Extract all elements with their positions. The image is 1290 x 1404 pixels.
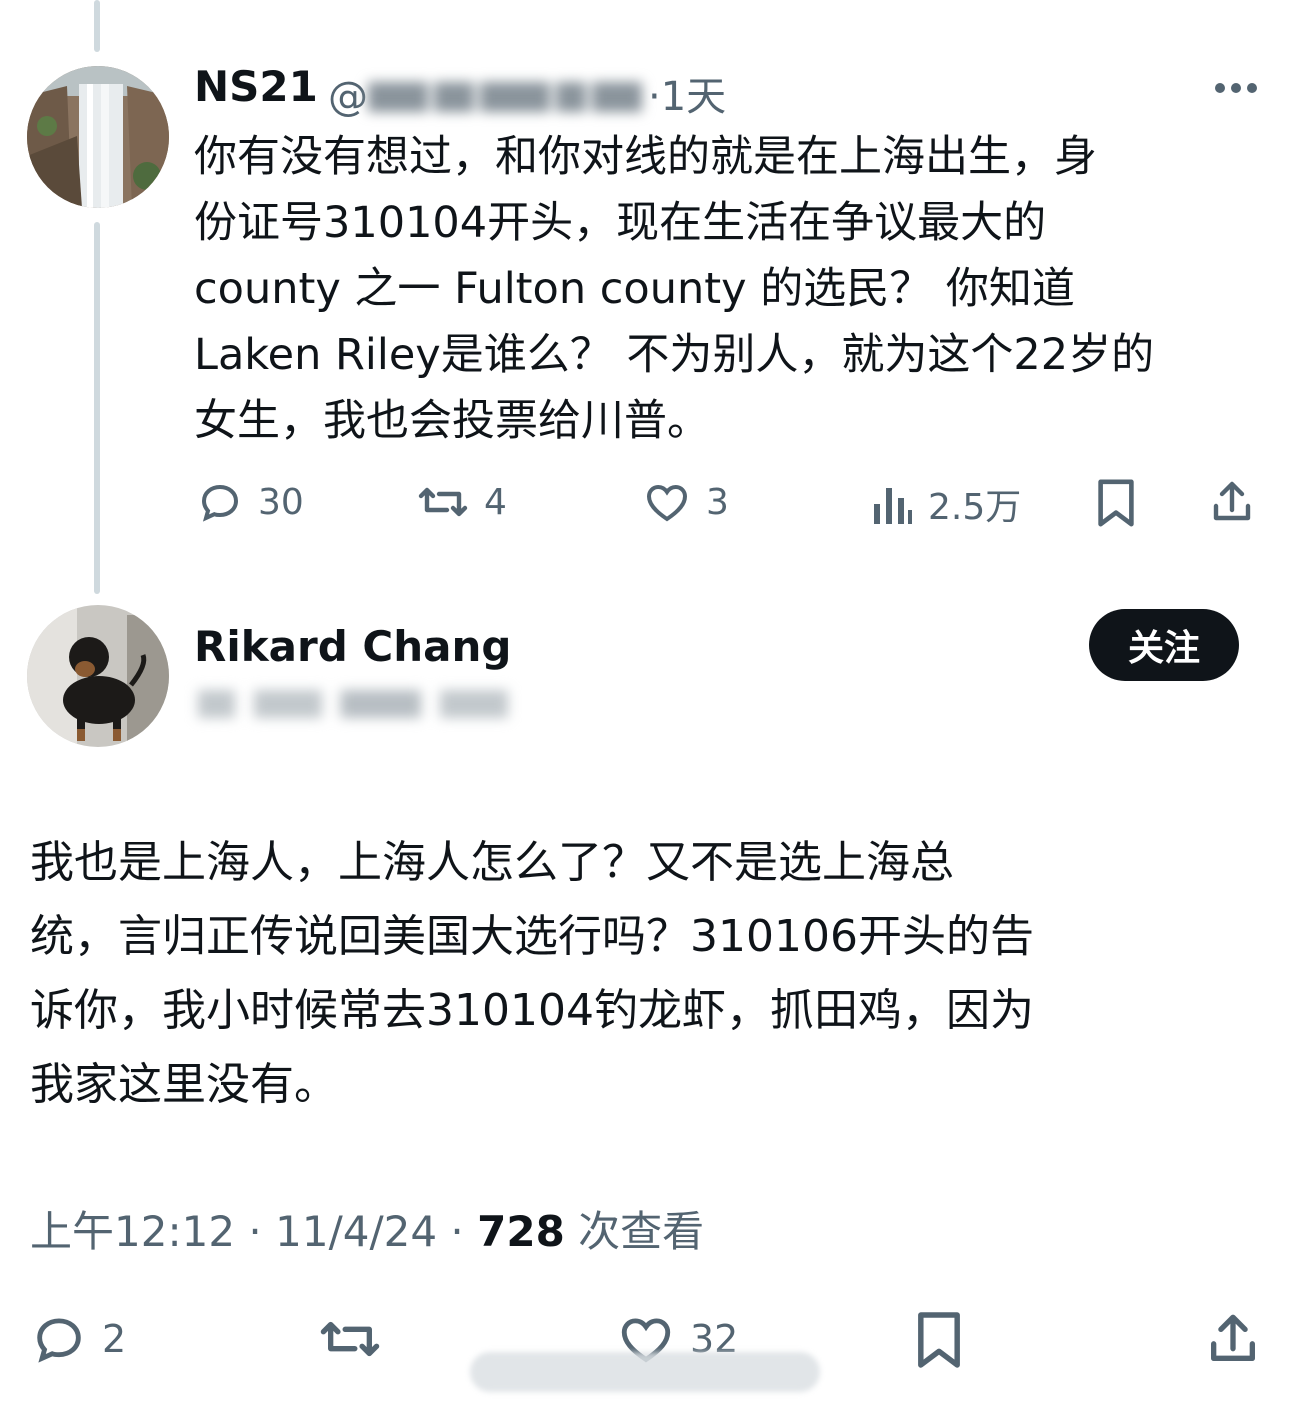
tweet-line: 我家这里没有。 — [30, 1059, 338, 1110]
heart-icon — [646, 484, 688, 522]
bookmark-button[interactable] — [914, 1310, 964, 1370]
display-name[interactable]: Rikard Chang — [194, 622, 511, 671]
tweet-line: 诉你，我小时候常去310104钓龙虾，抓田鸡，因为 — [30, 985, 1034, 1036]
separator: · — [248, 1207, 262, 1256]
avatar-rikard-chang[interactable] — [27, 605, 169, 747]
watermark-overlay — [470, 1352, 820, 1392]
tweet-body: 我也是上海人，上海人怎么了？又不是选上海总 统，言归正传说回美国大选行吗？310… — [30, 826, 1270, 1122]
tweet-body: 你有没有想过，和你对线的就是在上海出生，身 份证号310104开头，现在生活在争… — [194, 124, 1254, 454]
reply-count: 2 — [102, 1317, 127, 1361]
share-icon — [1213, 481, 1251, 521]
display-name[interactable]: NS21 — [194, 62, 318, 111]
retweet-button[interactable]: 4 — [416, 478, 507, 526]
retweet-icon — [320, 1321, 380, 1357]
retweet-icon — [418, 487, 468, 517]
bookmark-icon — [918, 1312, 960, 1368]
views-label: 次查看 — [578, 1207, 705, 1256]
handle-blurred — [368, 76, 648, 122]
reply-button[interactable]: 30 — [196, 478, 304, 526]
share-button[interactable] — [1208, 478, 1256, 526]
tweet-line: 统，言归正传说回美国大选行吗？310106开头的告 — [30, 911, 1034, 962]
tweet-line: Laken Riley是谁么？ 不为别人，就为这个22岁的 — [194, 330, 1155, 380]
reply-button[interactable]: 2 — [30, 1310, 126, 1368]
analytics-icon — [874, 488, 912, 524]
views-count: 728 — [477, 1207, 565, 1256]
tweet-line: 你有没有想过，和你对线的就是在上海出生，身 — [194, 132, 1097, 182]
tweet-date[interactable]: 11/4/24 — [275, 1207, 437, 1256]
follow-button[interactable]: 关注 — [1089, 609, 1239, 681]
views-button[interactable]: 2.5万 — [870, 478, 1021, 530]
share-icon — [1211, 1314, 1255, 1361]
handle-prefix: @ — [328, 74, 368, 120]
tweet-line: 女生，我也会投票给川普。 — [194, 396, 710, 446]
like-count: 3 — [706, 481, 729, 523]
tweet-time[interactable]: 上午12:12 — [30, 1207, 235, 1256]
retweet-count: 4 — [484, 481, 507, 523]
reply-count: 30 — [258, 481, 304, 523]
bookmark-button[interactable] — [1094, 478, 1138, 528]
views-count: 2.5万 — [928, 487, 1022, 528]
handle-blurred — [198, 690, 508, 722]
retweet-button[interactable] — [318, 1310, 382, 1368]
bookmark-icon — [1098, 479, 1134, 527]
reply-icon — [201, 484, 239, 522]
tweet-line: county 之一 Fulton county 的选民？ 你知道 — [194, 264, 1075, 314]
tweet-line: 我也是上海人，上海人怎么了？又不是选上海总 — [30, 837, 954, 888]
tweet-time[interactable]: 1天 — [661, 74, 726, 120]
separator: · — [450, 1207, 464, 1256]
reply-icon — [37, 1318, 81, 1363]
handle-and-time: @ ·1天 — [328, 64, 726, 122]
more-icon[interactable] — [1214, 78, 1258, 102]
tweet-line: 份证号310104开头，现在生活在争议最大的 — [194, 198, 1047, 248]
avatar-ns21[interactable] — [27, 66, 169, 208]
thread-line — [94, 222, 100, 594]
like-button[interactable]: 3 — [642, 478, 729, 526]
thread-line — [94, 0, 100, 52]
share-button[interactable] — [1204, 1310, 1262, 1368]
time-separator: · — [648, 74, 661, 120]
tweet-timestamp: 上午12:12 · 11/4/24 · 728 次查看 — [30, 1198, 704, 1259]
